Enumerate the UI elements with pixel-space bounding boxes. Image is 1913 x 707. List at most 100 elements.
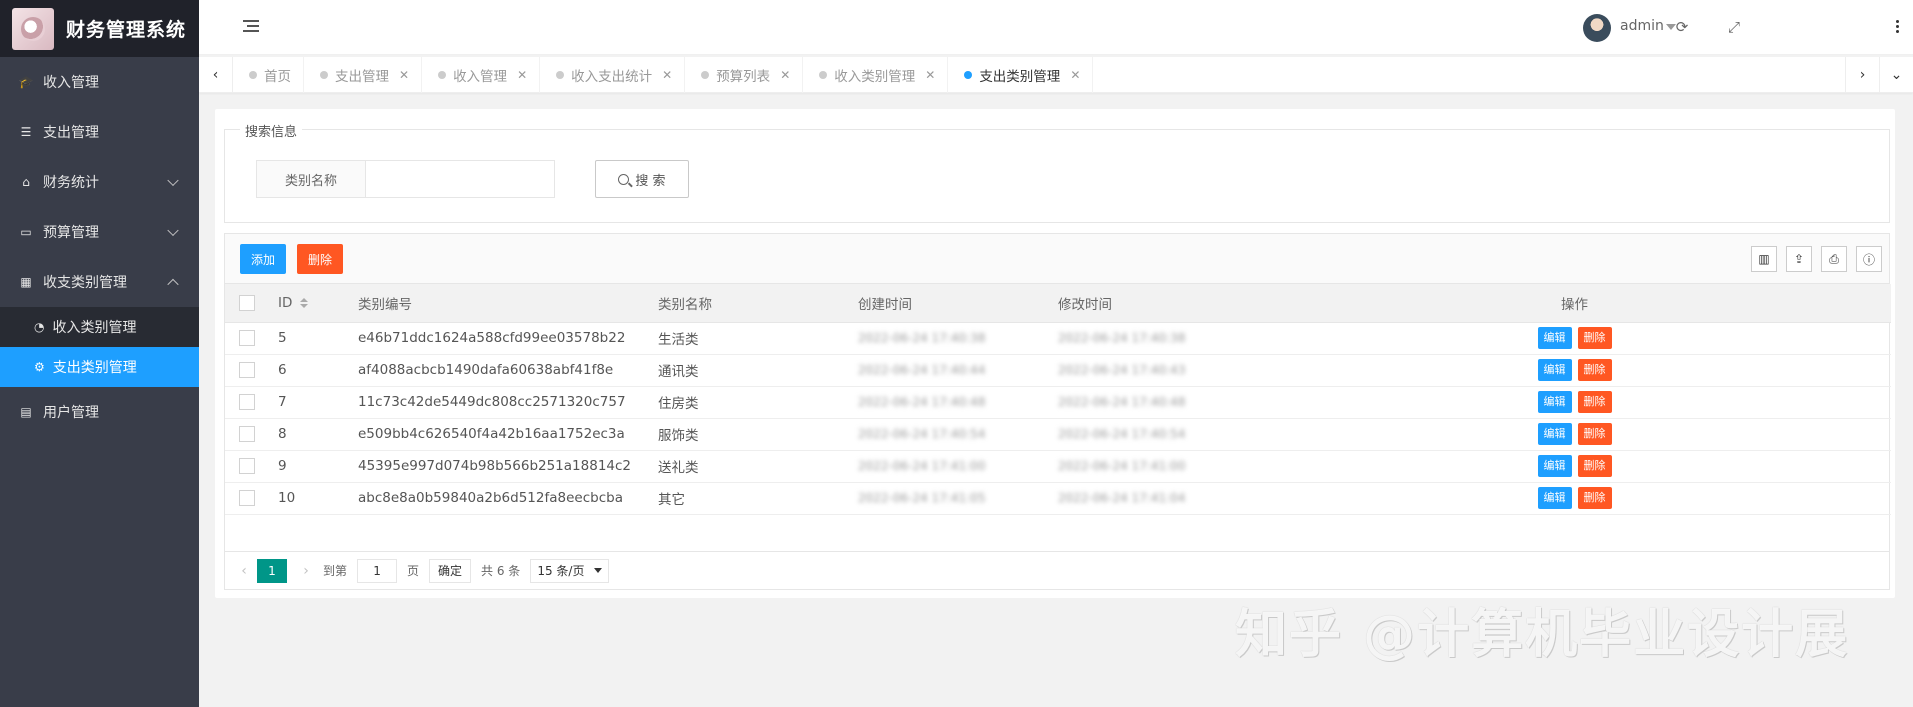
edit-button[interactable]: 编辑 (1537, 391, 1572, 413)
sidebar-item-label: 收支类别管理 (43, 275, 127, 291)
print-icon[interactable]: ⎙ (1821, 246, 1847, 272)
app-title: 财务管理系统 (66, 19, 187, 41)
add-button[interactable]: 添加 (240, 244, 287, 274)
username[interactable]: admin (1620, 18, 1664, 34)
cell-actions: 编辑 删除 (1258, 386, 1891, 419)
table-header-row: ID 类别编号 类别名称 创建时间 修改时间 操作 (225, 284, 1891, 323)
logo: 财务管理系统 (0, 0, 199, 57)
tab-label: 预算列表 (716, 69, 771, 85)
column-header-id[interactable]: ID (278, 284, 358, 323)
table-toolbar: 添加 删除 ▥ ⇪ ⎙ ⓘ (225, 234, 1889, 284)
cell-modified: 2022-06-24 17:41:04 (1058, 482, 1258, 515)
tab-expense-category[interactable]: 支出类别管理 ✕ (948, 57, 1094, 93)
edit-button[interactable]: 编辑 (1537, 455, 1572, 477)
goto-confirm-button[interactable]: 确定 (429, 558, 472, 583)
row-checkbox[interactable] (239, 330, 255, 346)
delete-button[interactable]: 删除 (297, 244, 344, 274)
column-header-modified: 修改时间 (1058, 284, 1258, 323)
cell-created: 2022-06-24 17:40:38 (858, 322, 1058, 355)
fullscreen-icon[interactable]: ⤢ (1724, 17, 1744, 37)
more-icon[interactable] (1896, 20, 1900, 35)
cell-code: e46b71ddc1624a588cfd99ee03578b22 (358, 322, 658, 355)
watermark: 知乎 @计算机毕业设计展 (1235, 605, 1850, 665)
tab-income[interactable]: 收入管理 ✕ (422, 57, 541, 93)
category-name-input[interactable] (365, 160, 555, 198)
row-checkbox[interactable] (239, 490, 255, 506)
edit-button[interactable]: 编辑 (1537, 359, 1572, 381)
dot-icon (249, 71, 257, 79)
row-delete-button[interactable]: 删除 (1577, 391, 1612, 413)
tabs-prev-button[interactable]: ‹ (199, 57, 233, 93)
row-delete-button[interactable]: 删除 (1577, 487, 1612, 509)
cell-code: 45395e997d074b98b566b251a18814c2 (358, 450, 658, 483)
tab-expense[interactable]: 支出管理 ✕ (304, 57, 423, 93)
cell-code: 11c73c42de5449dc808cc2571320c757 (358, 386, 658, 419)
cell-modified: 2022-06-24 17:40:48 (1058, 386, 1258, 419)
cell-modified: 2022-06-24 17:40:54 (1058, 418, 1258, 451)
edit-button[interactable]: 编辑 (1537, 423, 1572, 445)
dot-icon (556, 71, 565, 79)
close-icon[interactable]: ✕ (517, 68, 527, 82)
row-checkbox[interactable] (239, 426, 255, 442)
select-all-checkbox[interactable] (239, 294, 255, 311)
sidebar-item-expense[interactable]: ☰ 支出管理 (0, 107, 199, 157)
tab-statistics[interactable]: 收入支出统计 ✕ (540, 57, 686, 93)
sidebar-item-income[interactable]: 🎓 收入管理 (0, 57, 199, 107)
close-icon[interactable]: ✕ (662, 68, 672, 82)
sort-icon[interactable] (300, 297, 309, 308)
cell-code: abc8e8a0b59840a2b6d512fa8eecbcba (358, 482, 658, 515)
cell-name: 其它 (658, 482, 858, 515)
caret-down-icon[interactable] (1666, 24, 1676, 30)
current-page[interactable]: 1 (257, 558, 287, 583)
export-icon[interactable]: ⇪ (1786, 246, 1812, 272)
sidebar-subitem-expense-category[interactable]: ⚙ 支出类别管理 (0, 347, 199, 387)
sidebar-item-users[interactable]: ▤ 用户管理 (0, 387, 199, 437)
next-page-icon[interactable]: › (293, 563, 319, 579)
table-row: 9 45395e997d074b98b566b251a18814c2 送礼类 2022… (225, 450, 1891, 483)
sidebar-item-statistics[interactable]: ⌂ 财务统计 (0, 157, 199, 207)
goto-page-input[interactable]: 1 (357, 558, 398, 583)
tab-budget[interactable]: 预算列表 ✕ (685, 57, 804, 93)
cell-name: 生活类 (658, 322, 858, 355)
dot-icon (438, 71, 447, 79)
close-icon[interactable]: ✕ (1070, 68, 1080, 82)
cell-name: 住房类 (658, 386, 858, 419)
sidebar-subitem-income-category[interactable]: ◔ 收入类别管理 (0, 307, 199, 347)
main-content: 搜索信息 类别名称 搜 索 添加 删除 ▥ ⇪ ⎙ ⓘ ID 类别编号 类别名称… (215, 109, 1895, 598)
edit-button[interactable]: 编辑 (1537, 487, 1572, 509)
tabs-menu-button[interactable]: ⌄ (1879, 57, 1913, 93)
cell-id: 8 (278, 418, 358, 451)
table-row: 10 abc8e8a0b59840a2b6d512fa8eecbcba 其它 2022… (225, 482, 1891, 515)
close-icon[interactable]: ✕ (780, 68, 790, 82)
row-delete-button[interactable]: 删除 (1577, 423, 1612, 445)
search-button[interactable]: 搜 索 (595, 160, 689, 198)
close-icon[interactable]: ✕ (925, 68, 935, 82)
tab-income-category[interactable]: 收入类别管理 ✕ (803, 57, 949, 93)
row-delete-button[interactable]: 删除 (1577, 455, 1612, 477)
prev-page-icon[interactable]: ‹ (231, 563, 257, 579)
table-row: 8 e509bb4c626540f4a42b16aa1752ec3a 服饰类 2022… (225, 418, 1891, 451)
tabs-next-button[interactable]: › (1845, 57, 1879, 93)
gears-icon: ⚙ (34, 360, 45, 374)
sidebar-item-category[interactable]: ▦ 收支类别管理 (0, 257, 199, 307)
sidebar-item-budget[interactable]: ▭ 预算管理 (0, 207, 199, 257)
cell-id: 6 (278, 354, 358, 387)
row-delete-button[interactable]: 删除 (1577, 359, 1612, 381)
cell-created: 2022-06-24 17:40:48 (858, 386, 1058, 419)
tab-home[interactable]: 首页 (233, 57, 304, 93)
row-delete-button[interactable]: 删除 (1577, 327, 1612, 349)
tab-label: 收入管理 (453, 69, 508, 85)
close-icon[interactable]: ✕ (399, 68, 409, 82)
row-checkbox[interactable] (239, 458, 255, 474)
row-checkbox[interactable] (239, 362, 255, 378)
info-icon[interactable]: ⓘ (1856, 246, 1882, 272)
table-container: 添加 删除 ▥ ⇪ ⎙ ⓘ ID 类别编号 类别名称 创建时间 修改时间 操作 … (224, 233, 1891, 590)
cell-modified: 2022-06-24 17:40:43 (1058, 354, 1258, 387)
row-checkbox[interactable] (239, 394, 255, 410)
cell-actions: 编辑 删除 (1258, 418, 1891, 451)
avatar[interactable] (1583, 14, 1611, 42)
columns-icon[interactable]: ▥ (1751, 246, 1777, 272)
edit-button[interactable]: 编辑 (1537, 327, 1572, 349)
page-size-select[interactable]: 15 条/页 (530, 558, 610, 583)
menu-toggle-icon[interactable] (243, 20, 259, 34)
